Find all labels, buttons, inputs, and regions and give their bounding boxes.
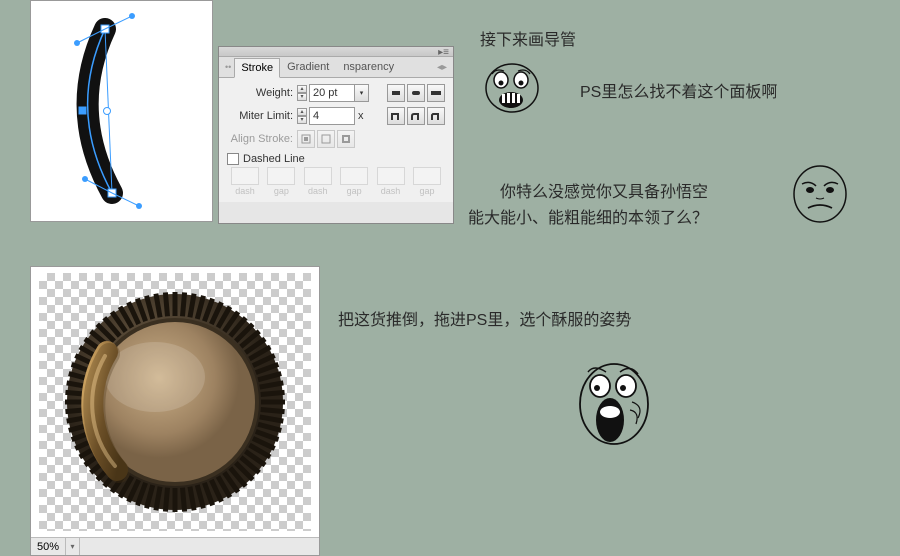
join-round-icon[interactable] bbox=[407, 107, 425, 125]
miter-unit: x bbox=[358, 110, 364, 122]
dashed-checkbox[interactable] bbox=[227, 153, 239, 165]
miter-row: Miter Limit: ▴▾ 4 x bbox=[227, 107, 445, 125]
align-stroke-label: Align Stroke: bbox=[227, 133, 293, 145]
dash-input-3 bbox=[377, 167, 405, 185]
cap-butt-icon[interactable] bbox=[387, 84, 405, 102]
rage-face-lol bbox=[574, 362, 654, 452]
photoshop-canvas-bottom: 50% ▾ bbox=[30, 266, 320, 556]
dash-input-2 bbox=[304, 167, 332, 185]
gap-input-1 bbox=[267, 167, 295, 185]
dash-input-1 bbox=[231, 167, 259, 185]
annotation-4: 能大能小、能粗能细的本领了么？ bbox=[468, 204, 708, 228]
tab-transparency[interactable]: nsparency bbox=[336, 57, 401, 77]
gap-input-3 bbox=[413, 167, 441, 185]
cap-round-icon[interactable] bbox=[407, 84, 425, 102]
weight-spinner[interactable]: ▴▾ bbox=[297, 85, 307, 101]
dial-graphic bbox=[55, 282, 295, 522]
zoom-value[interactable]: 50% bbox=[31, 538, 66, 555]
panel-body: Weight: ▴▾ 20 pt ▾ Miter Limit: ▴▾ 4 x A… bbox=[219, 78, 453, 202]
zoom-bar: 50% ▾ bbox=[31, 537, 319, 555]
artboard[interactable] bbox=[31, 3, 212, 219]
align-center-icon bbox=[297, 130, 315, 148]
panel-tabs: •• Stroke Gradient nsparency ◂▸ bbox=[219, 57, 453, 78]
weight-dropdown[interactable]: ▾ bbox=[355, 84, 369, 102]
annotation-3: 你特么没感觉你又具备孙悟空 bbox=[500, 178, 708, 202]
annotation-1: 接下来画导管 bbox=[480, 26, 576, 50]
zoom-dropdown[interactable]: ▾ bbox=[66, 538, 80, 555]
join-bevel-icon[interactable] bbox=[427, 107, 445, 125]
annotation-5: 把这货推倒，拖进PS里，选个酥服的姿势 bbox=[338, 306, 631, 330]
align-outside-icon bbox=[337, 130, 355, 148]
miter-label: Miter Limit: bbox=[227, 110, 293, 122]
miter-input[interactable]: 4 bbox=[309, 107, 355, 125]
illustrator-canvas-top bbox=[30, 0, 213, 222]
join-miter-icon[interactable] bbox=[387, 107, 405, 125]
tab-stroke[interactable]: Stroke bbox=[234, 58, 280, 78]
stroke-panel: ▸≡ •• Stroke Gradient nsparency ◂▸ Weigh… bbox=[218, 46, 454, 224]
dock-icon[interactable]: •• bbox=[225, 62, 231, 72]
weight-label: Weight: bbox=[227, 87, 293, 99]
dashed-line-row: Dashed Line bbox=[227, 153, 445, 165]
gap-input-2 bbox=[340, 167, 368, 185]
weight-input[interactable]: 20 pt bbox=[309, 84, 355, 102]
cap-projecting-icon[interactable] bbox=[427, 84, 445, 102]
rage-face-shocked bbox=[482, 62, 542, 116]
panel-titlebar[interactable]: ▸≡ bbox=[219, 47, 453, 57]
align-stroke-row: Align Stroke: bbox=[227, 130, 445, 148]
annotation-2: PS里怎么找不着这个面板啊 bbox=[580, 78, 777, 102]
tab-gradient[interactable]: Gradient bbox=[280, 57, 336, 77]
panel-menu-icon[interactable]: ▸≡ bbox=[438, 47, 449, 58]
curve-path-shape[interactable] bbox=[57, 11, 187, 211]
dashed-label: Dashed Line bbox=[243, 153, 305, 165]
miter-spinner[interactable]: ▴▾ bbox=[297, 108, 307, 124]
weight-row: Weight: ▴▾ 20 pt ▾ bbox=[227, 84, 445, 102]
rage-face-annoyed bbox=[790, 164, 850, 226]
dash-gap-inputs: dash gap dash gap dash gap bbox=[227, 167, 445, 196]
align-inside-icon bbox=[317, 130, 335, 148]
panel-close-icon[interactable]: ◂▸ bbox=[437, 62, 447, 73]
artwork-area[interactable] bbox=[39, 273, 311, 531]
